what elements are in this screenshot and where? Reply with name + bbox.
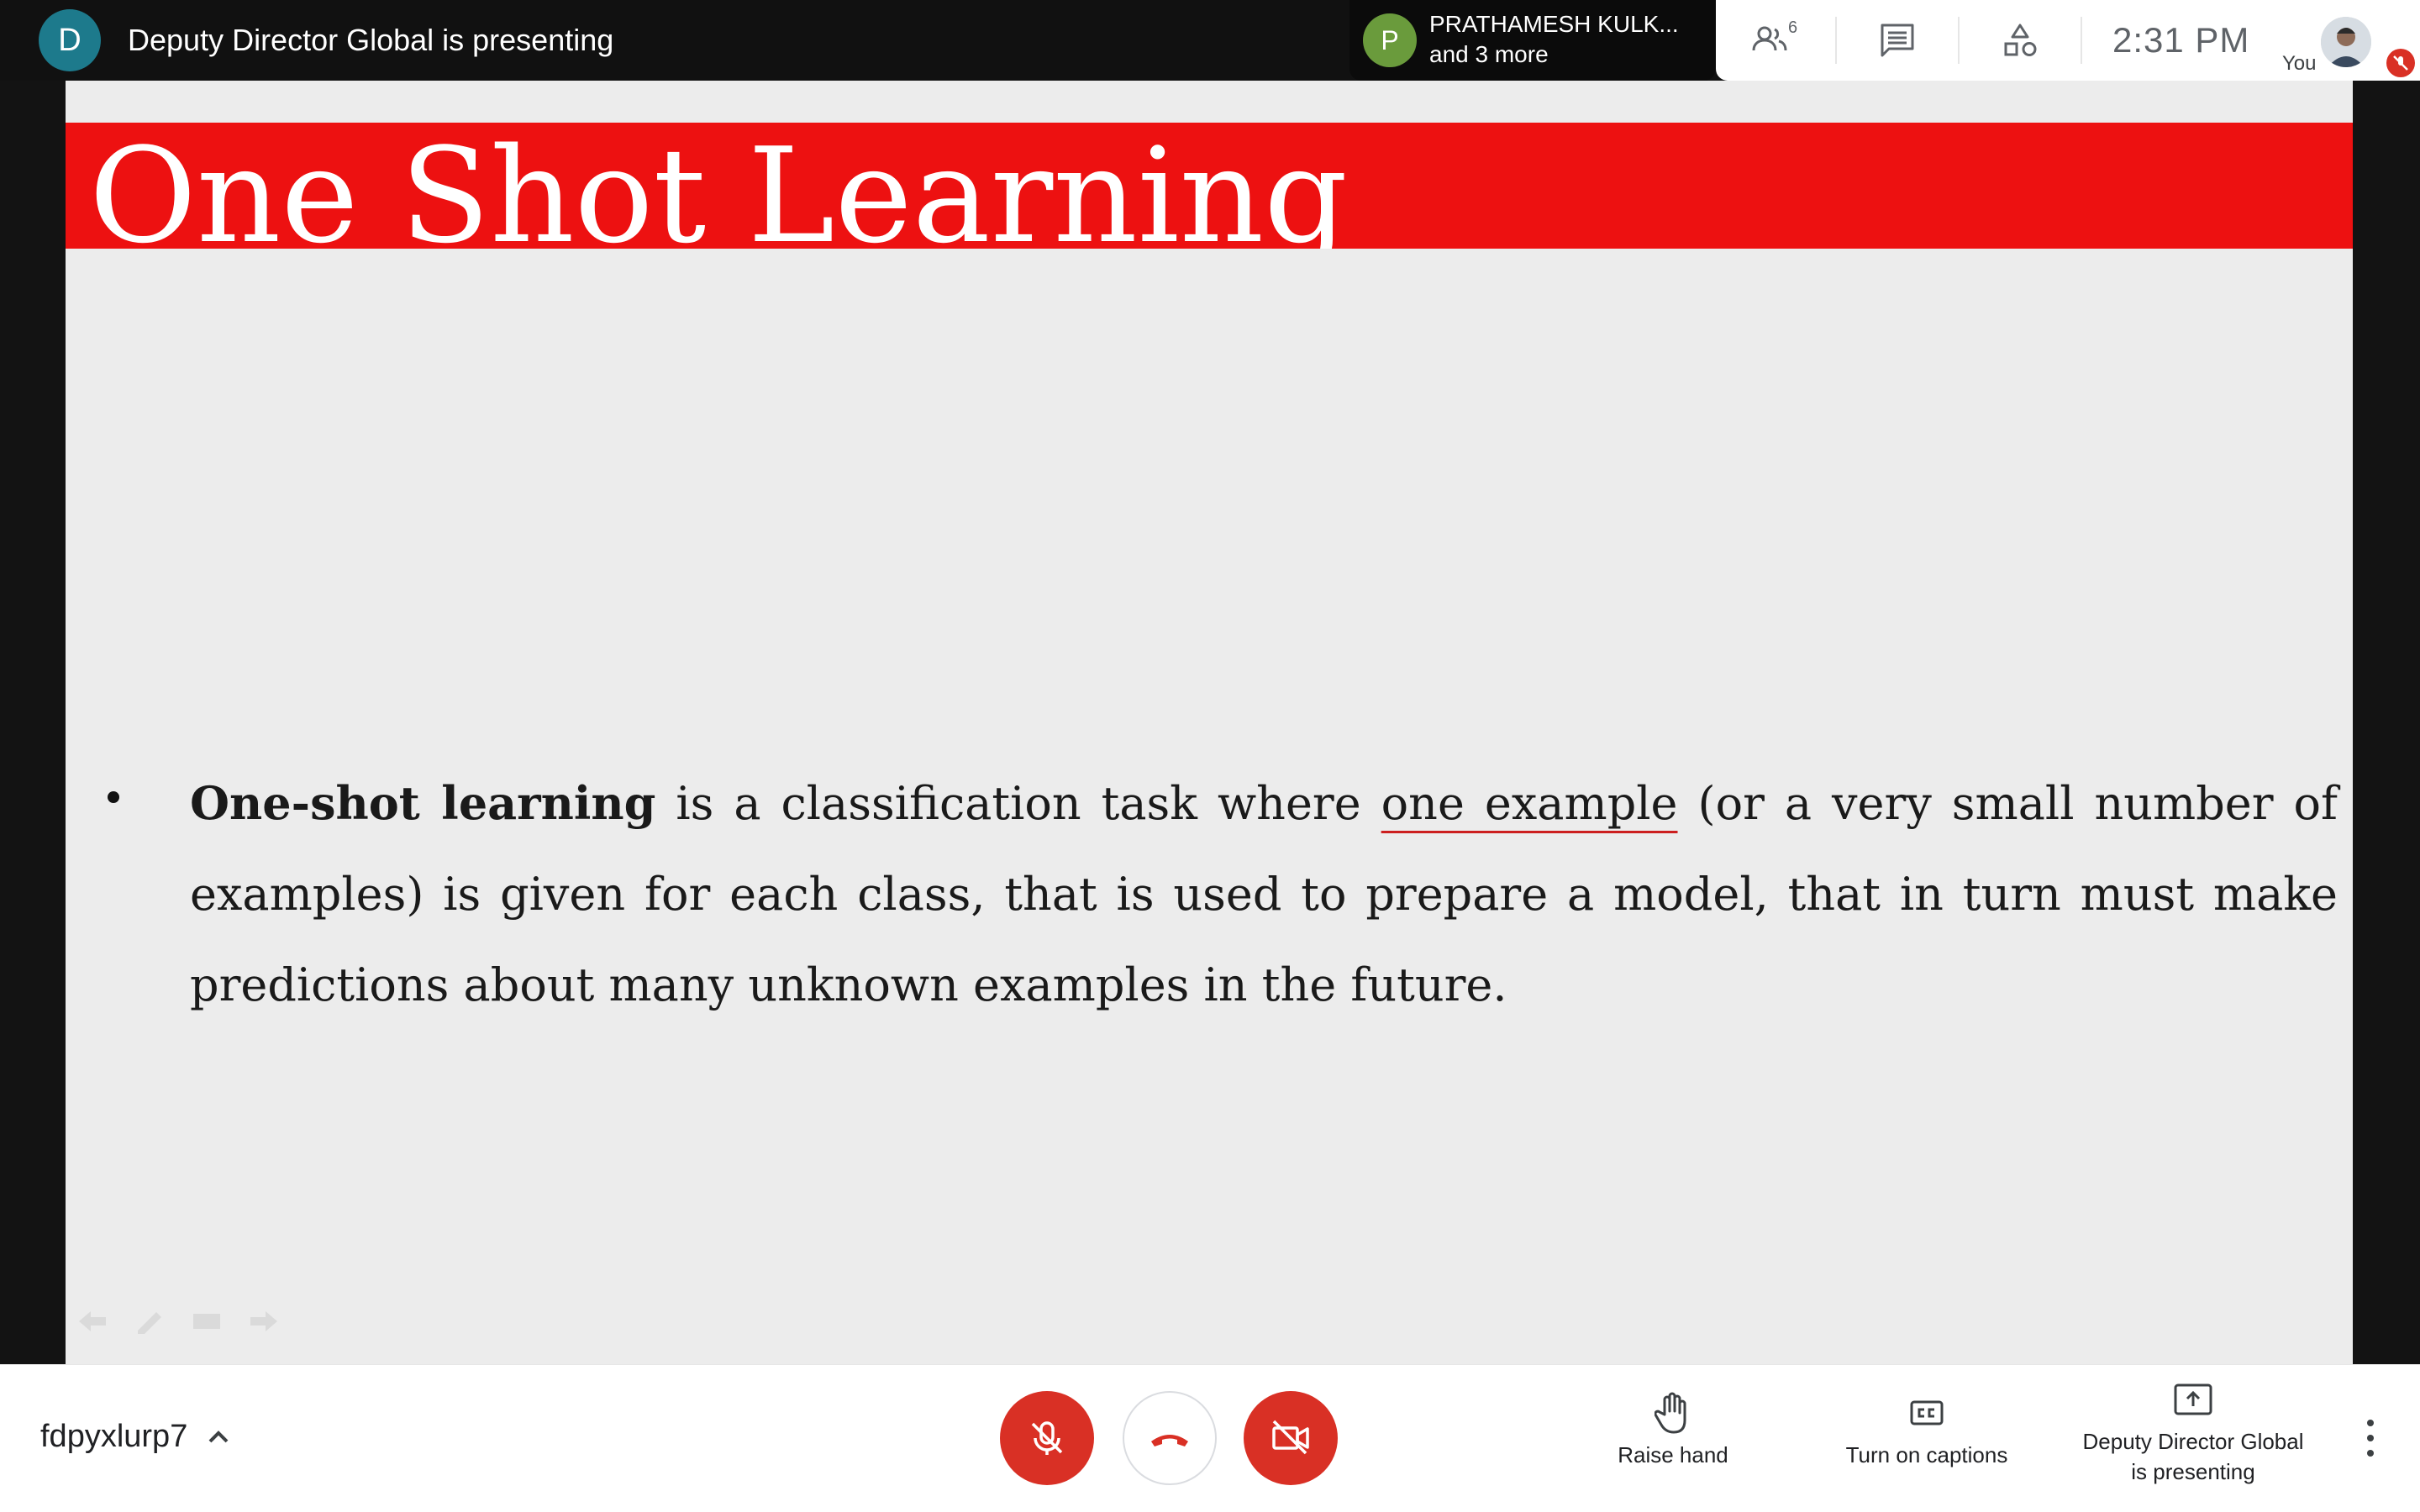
hang-up-icon [1151, 1435, 1188, 1446]
chat-icon[interactable] [1876, 18, 1919, 62]
dot [2367, 1450, 2374, 1457]
presenter-avatar: D [39, 9, 101, 71]
slide-title-band: One Shot Learning [66, 123, 2353, 249]
participant-more: and 3 more [1429, 41, 1549, 67]
self-avatar[interactable] [2321, 17, 2371, 67]
person-silhouette-icon [2321, 17, 2371, 67]
more-options-icon[interactable] [2358, 1420, 2383, 1457]
participant-avatar: P [1363, 13, 1417, 67]
bullet-bold-lead: One-shot learning [190, 776, 656, 830]
clock: 2:31 PM [2112, 20, 2250, 60]
hand-icon [1651, 1391, 1695, 1435]
toolbar-divider [1835, 17, 1837, 64]
pen-glyph [138, 1312, 161, 1336]
dot [2367, 1420, 2374, 1426]
raise-hand-button[interactable]: Raise hand [1612, 1391, 1734, 1470]
toolbar-divider [2081, 17, 2082, 64]
toolbar-divider [1958, 17, 1960, 64]
people-icon[interactable] [1749, 18, 1793, 62]
previous-arrow-glyph [79, 1311, 106, 1331]
captions-label: Turn on captions [1845, 1442, 2008, 1467]
mic-off-glyph [2393, 55, 2408, 71]
closed-captions-icon [1905, 1391, 1949, 1435]
microphone-toggle-button[interactable] [1000, 1391, 1094, 1485]
presenting-label-line2: is presenting [2131, 1459, 2255, 1484]
present-screen-glyph [2174, 1383, 2212, 1415]
chevron-up-glyph [208, 1431, 229, 1443]
bullet-text-part: is a classification task where [655, 777, 1381, 830]
captions-button[interactable]: Turn on captions [1835, 1391, 2018, 1470]
hand-glyph [1655, 1392, 1686, 1434]
slide-navigation [76, 1309, 281, 1336]
people-count-badge: 6 [1788, 18, 1798, 37]
slide-title: One Shot Learning [89, 123, 1348, 249]
chevron-up-icon[interactable] [202, 1420, 235, 1453]
activities-icon[interactable] [1998, 18, 2042, 62]
slide-menu-glyph [193, 1314, 220, 1329]
next-arrow-icon[interactable] [247, 1309, 281, 1334]
slide-bullet-text: One-shot learning is a classification ta… [190, 758, 2338, 1031]
people-icon-svg [1752, 26, 1787, 51]
camera-off-icon [1272, 1420, 1309, 1455]
presenting-label-line1: Deputy Director Global [2082, 1429, 2304, 1454]
closed-captions-glyph [1910, 1400, 1944, 1425]
participant-name: PRATHAMESH KULK... [1429, 11, 1679, 37]
presentation-slide: One Shot Learning One-shot learning is a… [66, 81, 2353, 1364]
mic-off-icon [2386, 49, 2415, 77]
chat-icon-svg [1881, 24, 1914, 57]
raise-hand-label: Raise hand [1618, 1442, 1728, 1467]
activities-icon-svg [2004, 24, 2037, 56]
present-screen-icon [2171, 1378, 2215, 1421]
previous-arrow-icon[interactable] [76, 1309, 109, 1334]
mic-off-icon [1031, 1421, 1063, 1455]
self-label: You [2282, 52, 2317, 75]
meeting-code[interactable]: fdpyxlurp7 [40, 1418, 187, 1455]
slide-menu-icon[interactable] [190, 1309, 224, 1334]
present-now-button[interactable]: Deputy Director Global is presenting [2064, 1378, 2323, 1487]
camera-toggle-button[interactable] [1244, 1391, 1338, 1485]
next-arrow-glyph [250, 1311, 277, 1331]
bullet-underlined-text: one example [1381, 777, 1678, 830]
pen-icon[interactable] [133, 1309, 166, 1336]
dot [2367, 1435, 2374, 1441]
leave-call-button[interactable] [1123, 1391, 1217, 1485]
bullet-marker [108, 791, 119, 803]
presenter-status: Deputy Director Global is presenting [128, 23, 614, 57]
